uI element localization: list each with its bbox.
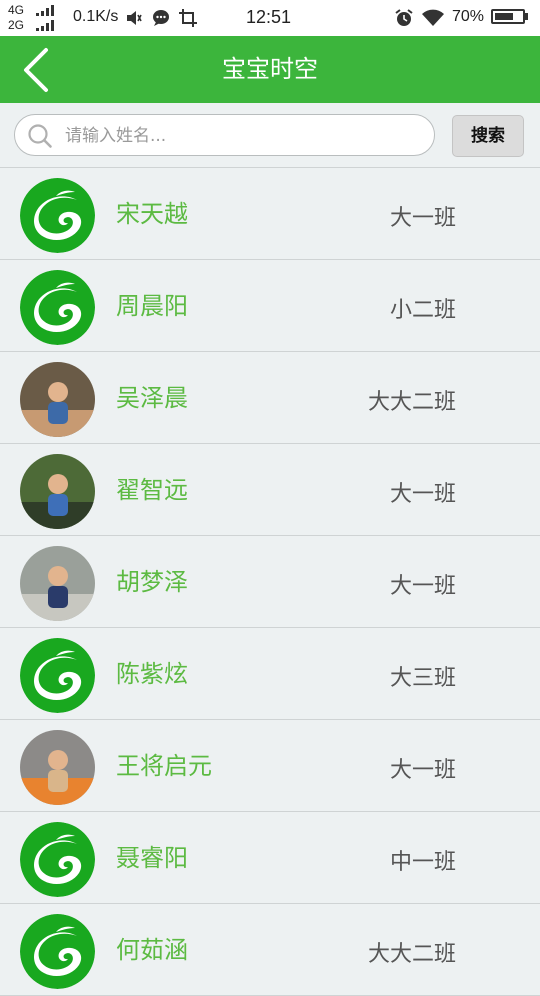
battery-fill	[495, 13, 514, 20]
child-name: 吴泽晨	[116, 384, 188, 412]
search-field[interactable]	[14, 114, 435, 157]
avatar	[20, 178, 95, 253]
list-item[interactable]: 吴泽晨 大大二班	[0, 352, 540, 444]
title-bar: 宝宝时空	[0, 36, 540, 103]
alarm-icon	[395, 9, 413, 26]
class-name: 大一班	[389, 206, 456, 231]
avatar-photo	[20, 730, 95, 805]
chat-icon	[153, 10, 169, 26]
class-name: 中一班	[389, 850, 456, 875]
class-name: 大三班	[389, 666, 456, 691]
search-input[interactable]	[63, 115, 427, 157]
network-type-top: 4G	[8, 3, 25, 17]
back-chevron-icon	[24, 48, 48, 92]
app-logo-icon	[20, 822, 95, 897]
battery-percent: 70%	[452, 8, 485, 25]
app-logo-icon	[20, 914, 95, 989]
child-photo	[20, 730, 95, 805]
child-name: 宋天越	[116, 200, 188, 228]
battery-tip	[525, 13, 528, 20]
network-type-bottom: 2G	[8, 18, 25, 32]
class-name: 小二班	[389, 298, 456, 323]
class-name: 大大二班	[367, 942, 456, 967]
wifi-icon	[422, 9, 444, 26]
battery-icon	[491, 9, 525, 24]
search-icon	[28, 124, 52, 148]
clock: 12:51	[246, 7, 292, 27]
avatar	[20, 822, 95, 897]
list-item[interactable]: 王将启元 大一班	[0, 720, 540, 812]
app-logo-icon	[20, 178, 95, 253]
network-speed: 0.1K/s	[73, 8, 119, 25]
vibrate-icon	[127, 11, 142, 25]
child-list: 宋天越 大一班 周晨阳 小二班 吴泽晨 大大二班 翟智远 大一班 胡梦泽 大一班…	[0, 168, 540, 996]
avatar-photo	[20, 546, 95, 621]
back-button[interactable]	[14, 44, 64, 94]
app-logo-icon	[20, 638, 95, 713]
class-name: 大一班	[389, 482, 456, 507]
avatar	[20, 638, 95, 713]
screenshot-icon	[179, 9, 197, 27]
list-item[interactable]: 何茹涵 大大二班	[0, 904, 540, 996]
list-item[interactable]: 宋天越 大一班	[0, 168, 540, 260]
class-name: 大大二班	[367, 390, 456, 415]
child-name: 胡梦泽	[116, 568, 188, 596]
list-item[interactable]: 胡梦泽 大一班	[0, 536, 540, 628]
list-item[interactable]: 陈紫炫 大三班	[0, 628, 540, 720]
avatar-photo	[20, 454, 95, 529]
child-name: 翟智远	[116, 476, 188, 504]
child-name: 王将启元	[116, 752, 212, 780]
app-logo-icon	[20, 270, 95, 345]
network-type: 4G 2G	[8, 3, 24, 33]
child-name: 陈紫炫	[116, 660, 188, 688]
child-name: 聂睿阳	[116, 844, 188, 872]
class-name: 大一班	[389, 758, 456, 783]
child-photo	[20, 546, 95, 621]
signal-icon	[36, 5, 54, 31]
avatar-photo	[20, 362, 95, 437]
child-photo	[20, 454, 95, 529]
avatar	[20, 914, 95, 989]
avatar	[20, 270, 95, 345]
status-bar: 4G 2G 0.1K/s 12:51 70%	[0, 0, 540, 36]
list-item[interactable]: 翟智远 大一班	[0, 444, 540, 536]
list-item[interactable]: 周晨阳 小二班	[0, 260, 540, 352]
child-photo	[20, 362, 95, 437]
search-bar: 搜索	[0, 103, 540, 168]
child-name: 周晨阳	[116, 292, 188, 320]
list-item[interactable]: 聂睿阳 中一班	[0, 812, 540, 904]
page-title: 宝宝时空	[222, 55, 318, 83]
class-name: 大一班	[389, 574, 456, 599]
search-button[interactable]: 搜索	[452, 115, 524, 157]
